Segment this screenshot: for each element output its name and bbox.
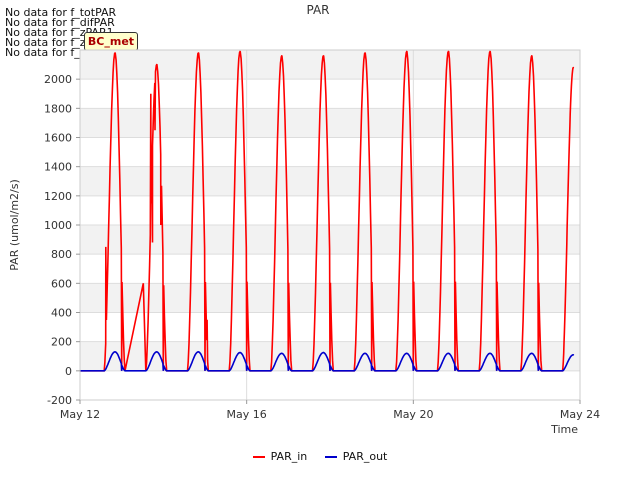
y-tick-label: 800 <box>51 248 72 261</box>
x-tick-label: May 16 <box>227 408 267 421</box>
par-in-peak-point <box>572 66 575 69</box>
grid-band <box>80 166 580 196</box>
par-out-peak-point <box>447 352 450 355</box>
par-in-peak-point <box>239 50 241 53</box>
par-in-peak-point <box>322 55 325 57</box>
par-in-peak-point <box>364 52 366 54</box>
legend-swatch-par-out <box>324 456 337 458</box>
y-tick-label: 1200 <box>44 190 72 203</box>
par-in-peak-point <box>280 55 283 57</box>
y-axis: -200 0 200 400 600 800 1000 1200 1400 1600 1800 200… <box>44 73 80 407</box>
legend-label: PAR_in <box>270 450 308 463</box>
par-in-peak-point <box>489 50 491 53</box>
par-out-peak-point <box>530 352 533 355</box>
y-tick-label: 0 <box>65 365 72 378</box>
par-out-peak-point <box>114 351 116 353</box>
x-tick-label: May 20 <box>393 408 433 421</box>
par-in-peak-point <box>530 55 533 57</box>
par-out-peak-point <box>280 352 283 355</box>
par-out-peak-point <box>239 351 241 354</box>
x-tick-label: May 12 <box>60 408 100 421</box>
legend-swatch-par-in <box>252 456 265 458</box>
y-tick-label: 600 <box>51 277 72 290</box>
par-out-peak-point <box>197 351 200 353</box>
par-out-peak-point <box>155 351 158 353</box>
y-tick-label: 1000 <box>44 219 72 232</box>
legend-item-par-in[interactable]: PAR_in <box>252 450 308 463</box>
par-in-peak-point <box>447 50 450 53</box>
par-out-peak-point <box>572 353 575 356</box>
x-axis-label: Time <box>550 423 578 436</box>
chart-title: PAR <box>306 3 329 17</box>
par-in-peak-point <box>114 52 116 54</box>
par-out-peak-point <box>364 352 366 355</box>
y-tick-label: 1800 <box>44 102 72 115</box>
legend-item-par-out[interactable]: PAR_out <box>324 450 388 463</box>
par-out-peak-point <box>405 352 408 355</box>
y-tick-label: 400 <box>51 307 72 320</box>
y-tick-label: 2000 <box>44 73 72 86</box>
y-axis-label: PAR (umol/m2/s) <box>8 179 21 271</box>
par-in-peak-point <box>155 63 158 66</box>
legend-label: PAR_out <box>342 450 388 463</box>
par-in-peak-point <box>405 50 408 53</box>
par-in-peak-point <box>197 52 200 54</box>
legend: PAR_in PAR_out <box>0 450 640 463</box>
x-axis: May 12 May 16 May 20 May 24 <box>60 400 600 421</box>
par-out-peak-point <box>322 351 325 354</box>
y-tick-label: 1600 <box>44 132 72 145</box>
par-chart: -200 0 200 400 600 800 1000 1200 1400 1600 1800 200… <box>8 3 600 436</box>
y-tick-label: -200 <box>47 394 72 407</box>
par-out-peak-point <box>489 352 491 355</box>
y-tick-label: 200 <box>51 336 72 349</box>
y-tick-label: 1400 <box>44 161 72 174</box>
x-tick-label: May 24 <box>560 408 600 421</box>
